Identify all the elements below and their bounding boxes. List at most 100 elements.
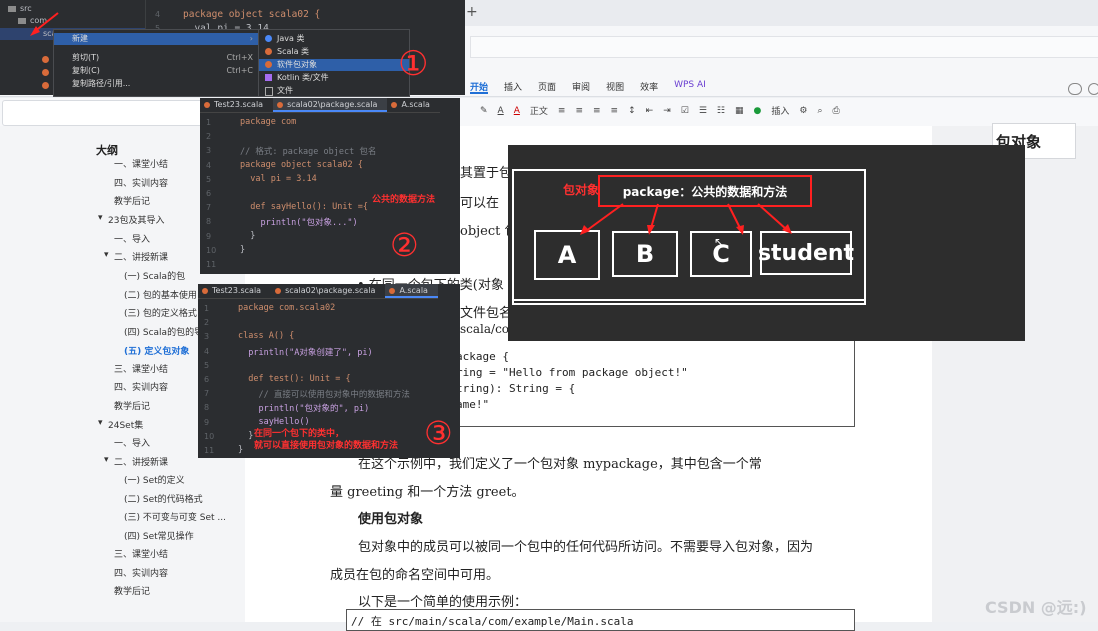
submenu-java-class[interactable]: Java 类 [259,33,409,45]
align-center-icon[interactable]: ≡ [575,106,583,116]
style-select[interactable]: 正文 [530,104,548,117]
font-color-icon[interactable]: A [514,106,520,116]
list-icon[interactable]: ☰ [699,106,707,116]
menu-item-label: 新建 [72,34,88,43]
code-line: package com [240,117,297,127]
submenu-package-object[interactable]: 软件包对象 [259,59,409,71]
line-number: 1 [204,304,210,313]
menu-start[interactable]: 开始 [470,80,489,94]
outline-item[interactable]: 四、实训内容 [114,380,168,393]
outline-item[interactable]: (一) Scala的包 [124,269,185,282]
outline-item[interactable]: 24Set集 [108,418,143,431]
menu-item-copy[interactable]: 复制(C) Ctrl+C [54,65,259,77]
menu-item-copy-path[interactable]: 复制路径/引用... [54,78,259,90]
code-line: // 在 src/main/scala/com/example/Main.sca… [351,615,634,628]
menu-efficiency[interactable]: 效率 [640,80,658,94]
chevron-down-icon[interactable]: ▾ [98,418,103,428]
code-line: ring = "Hello from package object!" [456,366,688,379]
chevron-down-icon[interactable]: ▾ [98,213,103,223]
menu-wps-ai[interactable]: WPS AI [674,80,706,94]
outline-item[interactable]: 一、课堂小结 [114,157,168,170]
print-icon[interactable]: ⎙ [832,106,839,116]
line-number: 11 [204,446,215,455]
code-line: def sayHello(): Unit ={ [240,202,368,213]
outline-item[interactable]: (三) 不可变与可变 Set ... [124,510,226,523]
outline-item[interactable]: 二、讲授新课 [114,250,168,263]
annotation-circle-2: ② [390,226,419,264]
search-icon[interactable]: ⌕ [817,106,822,116]
justify-icon[interactable]: ≡ [611,106,619,116]
line-number: 6 [206,189,212,198]
chevron-down-icon[interactable]: ▾ [104,250,109,260]
menu-page[interactable]: 页面 [538,80,556,94]
highlight-icon[interactable]: A [498,106,504,116]
tab-package-scala[interactable]: scala02\package.scala [271,284,385,298]
menu-item-new[interactable]: 新建 › [54,33,259,45]
outline-item[interactable]: (三) 包的定义格式 [124,306,197,319]
outline-item[interactable]: 二、讲授新课 [114,455,168,468]
checkbox-icon[interactable]: ☑ [681,106,689,116]
new-tab-button[interactable]: + [466,4,478,20]
title-strip [470,36,1098,58]
outline-item[interactable]: (四) Set常见操作 [124,529,194,542]
outline-item[interactable]: 教学后记 [114,584,150,597]
line-number: 4 [204,346,210,356]
outline-item[interactable]: 一、导入 [114,232,150,245]
paint-icon[interactable]: ✎ [480,106,488,116]
insert-icon[interactable]: ● [753,106,761,116]
code-text: package object scala02 { [183,9,321,20]
code-line: // 格式: package object 包名 [240,147,377,158]
line-number: 8 [204,403,210,413]
tab-test23[interactable]: Test23.scala [200,98,273,112]
submenu-scala-class[interactable]: Scala 类 [259,46,409,58]
code-line: } [240,230,256,241]
indent-icon[interactable]: ⇤ [646,106,654,116]
line-number: 5 [206,174,212,184]
file-icon [265,87,273,96]
insert-button[interactable]: 插入 [771,104,789,117]
outline-item[interactable]: (五) 定义包对象 [124,344,189,357]
annotation-note: 就可以直接使用包对象的数据和方法 [254,441,399,451]
menu-review[interactable]: 审阅 [572,80,590,94]
watermark: CSDN @远:) [985,598,1087,617]
avatar[interactable] [1088,83,1098,95]
submenu-file[interactable]: 文件 [259,85,409,97]
outdent-icon[interactable]: ⇥ [663,106,671,116]
outline-item[interactable]: (二) Set的代码格式 [124,492,203,505]
outline-item[interactable]: (一) Set的定义 [124,473,185,486]
context-menu: 新建 › 剪切(T) Ctrl+X 复制(C) Ctrl+C 复制路径/引用..… [53,29,260,97]
search-input[interactable] [2,100,209,126]
menu-insert[interactable]: 插入 [504,80,522,94]
tab-a-scala[interactable]: A.scala [385,284,438,298]
code-line: } [238,445,244,455]
submenu-kotlin[interactable]: Kotlin 类/文件 [259,72,409,84]
code-line: println("A对象创建了", pi) [238,347,373,358]
outline-item[interactable]: 一、导入 [114,436,150,449]
mouse-cursor-icon: ↖ [714,235,725,249]
table-icon[interactable]: ▦ [735,106,744,116]
menu-item-label: 复制路径/引用... [72,79,131,88]
outline-item[interactable]: (二) 包的基本使用 [124,288,197,301]
tab-test23[interactable]: Test23.scala [198,284,271,298]
outline-item[interactable]: 四、实训内容 [114,176,168,189]
outline-item[interactable]: 23包及其导入 [108,213,164,226]
outline-item[interactable]: 三、课堂小结 [114,362,168,375]
numbered-list-icon[interactable]: ☷ [717,106,725,116]
menu-item-cut[interactable]: 剪切(T) Ctrl+X [54,52,259,64]
tab-package-scala[interactable]: scala02\package.scala [273,98,388,112]
menu-view[interactable]: 视图 [606,80,624,94]
line-number: 7 [206,203,212,213]
tools-icon[interactable]: ⚙ [799,106,807,116]
tab-a-scala[interactable]: A.scala [387,98,439,112]
line-number: 3 [204,332,210,342]
align-left-icon[interactable]: ≡ [558,106,566,116]
align-right-icon[interactable]: ≡ [593,106,601,116]
outline-item[interactable]: 教学后记 [114,194,150,207]
outline-item[interactable]: 四、实训内容 [114,566,168,579]
line-spacing-icon[interactable]: ↕ [628,106,636,116]
cloud-icon[interactable] [1068,83,1082,95]
chevron-down-icon[interactable]: ▾ [104,455,109,465]
annotation-circle-3: ③ [424,414,453,452]
outline-item[interactable]: 教学后记 [114,399,150,412]
outline-item[interactable]: 三、课堂小结 [114,547,168,560]
